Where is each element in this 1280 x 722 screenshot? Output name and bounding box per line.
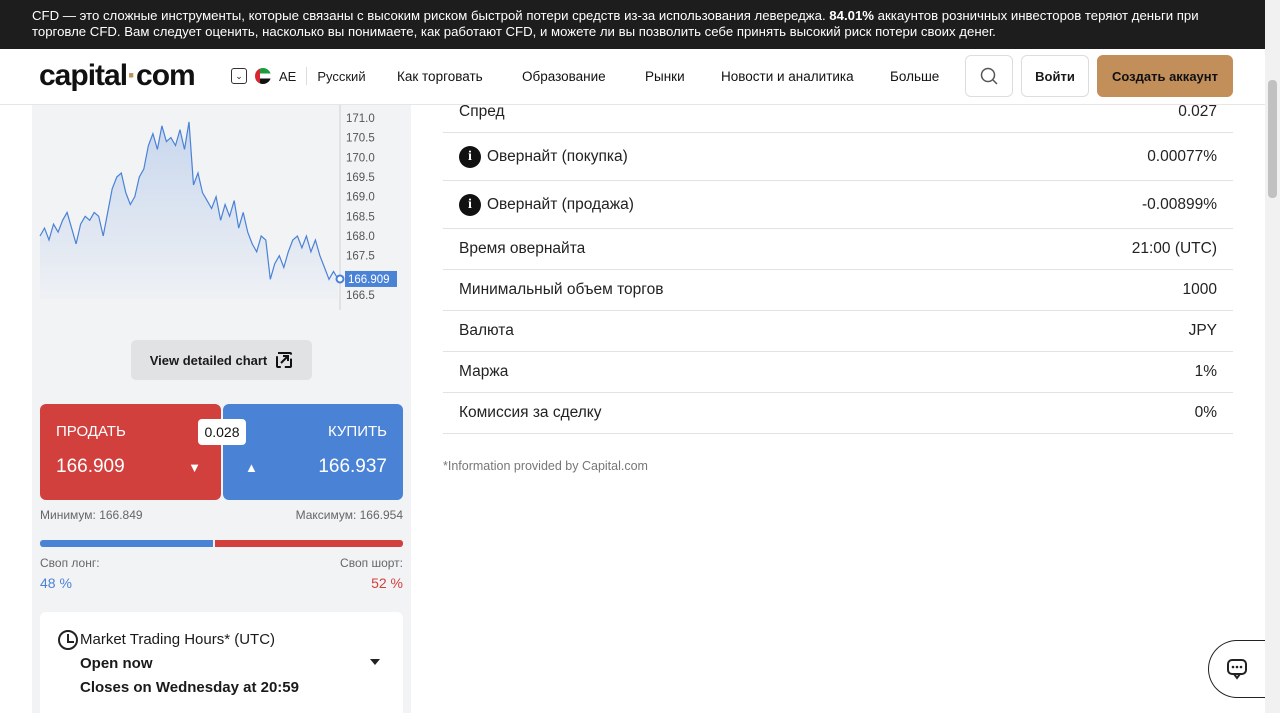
- language-label[interactable]: Русский: [317, 69, 365, 84]
- y-tick-label: 170.0: [346, 152, 375, 164]
- y-tick-label: 170.5: [346, 133, 375, 145]
- swap-long-value: 48 %: [40, 575, 72, 591]
- current-price-label: 166.909: [348, 274, 390, 286]
- y-tick-label: 169.0: [346, 192, 375, 204]
- info-icon[interactable]: i: [459, 145, 481, 168]
- buy-price: 166.937: [318, 456, 387, 477]
- detail-key: Спред: [459, 103, 505, 120]
- sell-button[interactable]: ПРОДАТЬ 166.909 ▼: [40, 404, 221, 500]
- detail-row-overnight-sell: i Овернайт (продажа) -0.00899%: [443, 181, 1233, 229]
- detail-row-min-trade: Минимальный объем торгов 1000: [443, 270, 1233, 311]
- detail-row-commission: Комиссия за сделку 0%: [443, 393, 1233, 434]
- detail-key: Маржа: [459, 363, 509, 380]
- region-language-selector[interactable]: ⌄ AE Русский: [231, 67, 366, 85]
- detail-key: Овернайт (продажа): [487, 195, 634, 213]
- market-closes: Closes on Wednesday at 20:59: [80, 679, 299, 696]
- daily-min: Минимум: 166.849: [40, 508, 143, 522]
- nav-how-to-trade[interactable]: Как торговать: [397, 69, 483, 84]
- market-hours-title: Market Trading Hours* (UTC): [80, 631, 276, 648]
- buy-button[interactable]: КУПИТЬ 166.937 ▲: [223, 404, 403, 500]
- detail-row-margin: Маржа 1%: [443, 352, 1233, 393]
- spread-badge: 0.028: [198, 419, 246, 445]
- detail-value: JPY: [1188, 322, 1217, 339]
- chat-icon: [1227, 659, 1247, 680]
- dropdown-arrow-icon[interactable]: [370, 659, 380, 665]
- view-detailed-chart-button[interactable]: View detailed chart: [131, 340, 312, 380]
- detail-key: Овернайт (покупка): [487, 147, 628, 165]
- sentiment-short-fill: [215, 540, 403, 547]
- chart-area: [40, 121, 338, 300]
- search-button[interactable]: [965, 55, 1013, 97]
- region-divider: [306, 67, 308, 85]
- capital-logo[interactable]: capital·com: [39, 59, 196, 93]
- swap-long-label: Своп лонг:: [40, 556, 100, 570]
- logo-dot: ·: [127, 59, 137, 92]
- scrollbar-thumb[interactable]: [1268, 80, 1277, 198]
- detail-value: -0.00899%: [1142, 195, 1217, 213]
- detail-value: 1000: [1182, 281, 1217, 298]
- detail-value: 1%: [1194, 363, 1217, 380]
- y-tick-label: 167.5: [346, 251, 375, 263]
- nav-more[interactable]: Больше: [890, 69, 939, 84]
- nav-education[interactable]: Образование: [522, 69, 606, 84]
- detail-row-overnight-time: Время овернайта 21:00 (UTC): [443, 229, 1233, 270]
- external-link-icon: [276, 352, 293, 368]
- chat-button[interactable]: [1208, 640, 1265, 698]
- price-chart[interactable]: 171.0 170.5 170.0 169.5 169.0 168.5 168.0 167.5…: [32, 105, 411, 315]
- nav-markets[interactable]: Рынки: [645, 69, 685, 84]
- y-tick-label: 166.5: [346, 290, 375, 302]
- current-price-marker: [335, 274, 345, 284]
- detail-key: Валюта: [459, 322, 514, 339]
- detail-key: Время овернайта: [459, 240, 586, 257]
- detail-row-spread: Спред 0.027: [443, 92, 1233, 133]
- detail-row-currency: Валюта JPY: [443, 311, 1233, 352]
- daily-max: Максимум: 166.954: [295, 508, 403, 522]
- detail-row-overnight-buy: i Овернайт (покупка) 0.00077%: [443, 133, 1233, 181]
- chevron-down-icon: ⌄: [231, 68, 247, 84]
- market-status: Open now: [80, 655, 153, 672]
- sell-price: 166.909: [56, 456, 125, 477]
- logo-text-left: capital: [39, 59, 128, 92]
- buy-label: КУПИТЬ: [327, 423, 387, 440]
- detail-value: 0.027: [1178, 103, 1217, 120]
- info-icon[interactable]: i: [459, 193, 481, 216]
- login-button[interactable]: Войти: [1021, 55, 1089, 97]
- sell-label: ПРОДАТЬ: [56, 423, 126, 440]
- page-scrollbar[interactable]: [1265, 0, 1280, 713]
- logo-text-right: com: [136, 59, 196, 92]
- view-detailed-chart-label: View detailed chart: [149, 352, 268, 368]
- detail-value: 0%: [1194, 404, 1217, 421]
- y-tick-label: 168.0: [346, 231, 375, 243]
- region-code: AE: [279, 68, 297, 84]
- chevron-up-icon: ▲: [245, 460, 258, 475]
- instrument-details-table: Спред 0.027 i Овернайт (покупка) 0.00077%…: [443, 92, 1233, 434]
- risk-text-before: CFD — это сложные инструменты, которые с…: [32, 8, 830, 23]
- risk-percent: 84.01%: [829, 8, 875, 23]
- detail-value: 21:00 (UTC): [1131, 240, 1217, 257]
- clock-icon: [58, 630, 78, 650]
- swap-short-value: 52 %: [371, 575, 403, 591]
- swap-short-label: Своп шорт:: [340, 556, 403, 570]
- search-icon: [980, 67, 998, 85]
- chevron-down-icon: ▼: [188, 460, 201, 475]
- market-hours-card[interactable]: Market Trading Hours* (UTC) Open now Clo…: [40, 612, 403, 722]
- detail-key: Комиссия за сделку: [459, 404, 602, 421]
- risk-warning-banner: CFD — это сложные инструменты, которые с…: [0, 0, 1265, 49]
- nav-news-analysis[interactable]: Новости и аналитика: [721, 69, 854, 84]
- detail-key: Минимальный объем торгов: [459, 281, 664, 298]
- y-tick-label: 171.0: [346, 113, 375, 125]
- y-tick-label: 168.5: [346, 211, 375, 223]
- instrument-panel: 171.0 170.5 170.0 169.5 169.0 168.5 168.0 167.5…: [32, 105, 411, 722]
- info-footnote: *Information provided by Capital.com: [443, 459, 648, 473]
- y-tick-label: 169.5: [346, 172, 375, 184]
- sentiment-long-fill: [40, 540, 213, 547]
- uae-flag-icon: [255, 68, 271, 84]
- create-account-button[interactable]: Создать аккаунт: [1097, 55, 1233, 97]
- sentiment-bar: [40, 540, 403, 547]
- detail-value: 0.00077%: [1147, 147, 1217, 165]
